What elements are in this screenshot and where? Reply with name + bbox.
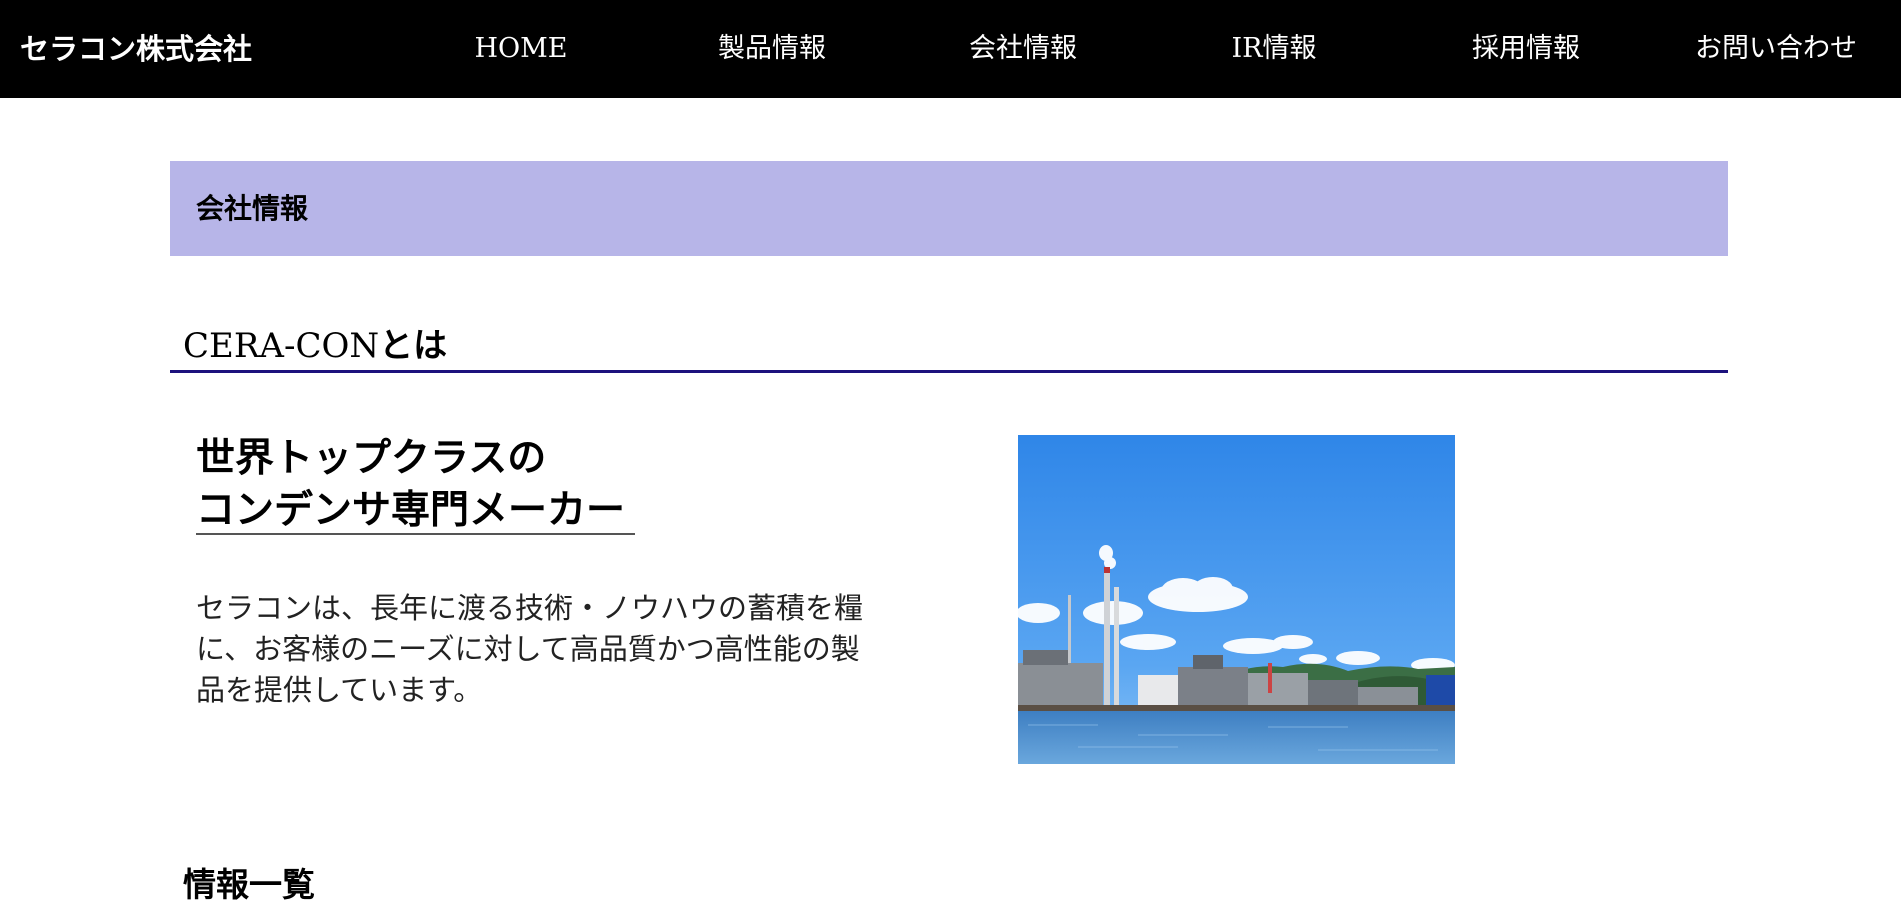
industrial-harbor-photo	[1018, 435, 1455, 764]
nav-ir[interactable]: IR情報	[1154, 0, 1394, 98]
company-description: セラコンは、長年に渡る技術・ノウハウの蓄積を糧に、お客様のニーズに対して高品質か…	[196, 591, 864, 707]
nav-home[interactable]: HOME	[401, 0, 641, 98]
tagline-underline	[196, 533, 635, 535]
about-heading-rule	[170, 370, 1728, 373]
about-heading-suffix: とは	[379, 326, 448, 366]
site-logo[interactable]: セラコン株式会社	[20, 0, 252, 98]
tagline: 世界トップクラスの コンデンサ専門メーカー	[196, 433, 625, 537]
nav-recruit[interactable]: 採用情報	[1406, 0, 1646, 98]
tagline-line-2: コンデンサ専門メーカー	[196, 488, 626, 533]
nav-company[interactable]: 会社情報	[903, 0, 1143, 98]
about-heading: CERA-CONとは	[183, 318, 447, 367]
about-heading-brand: CERA-CON	[183, 326, 380, 366]
section-banner: 会社情報	[170, 161, 1728, 256]
nav-contact[interactable]: お問い合わせ	[1656, 0, 1896, 98]
section-title: 会社情報	[196, 192, 309, 225]
site-header: セラコン株式会社 HOME 製品情報 会社情報 IR情報 採用情報 お問い合わせ	[0, 0, 1901, 98]
nav-products[interactable]: 製品情報	[652, 0, 892, 98]
tagline-line-1: 世界トップクラスの	[196, 436, 547, 481]
